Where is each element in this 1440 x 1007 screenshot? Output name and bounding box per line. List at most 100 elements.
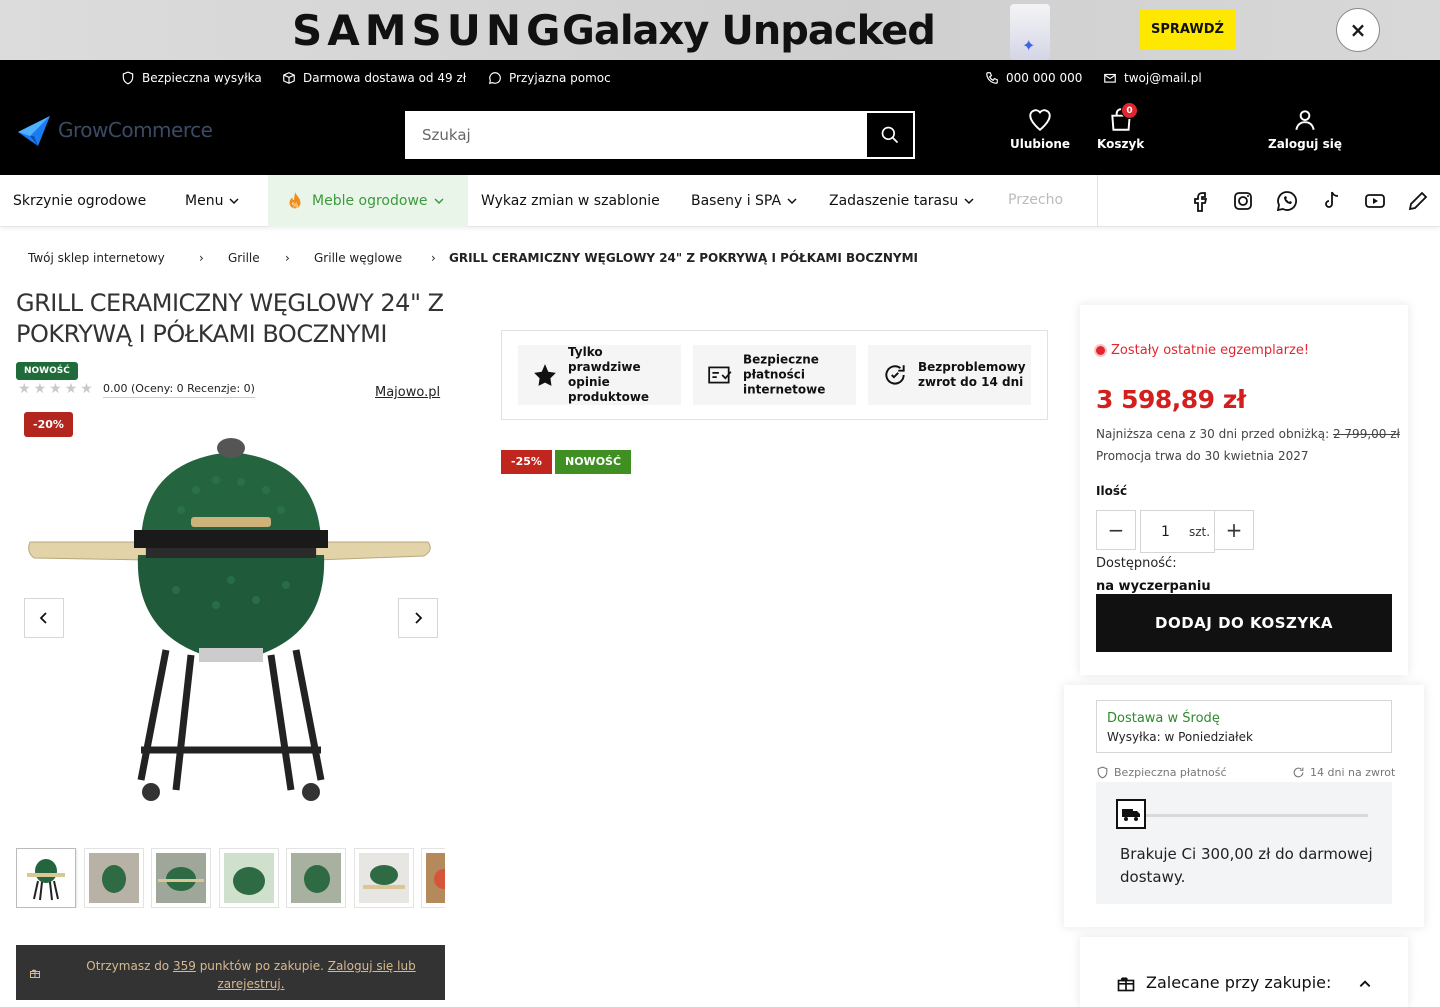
quantity-decrease-button[interactable]: −	[1096, 510, 1136, 550]
thumbnail[interactable]	[151, 848, 211, 908]
secure-payment-label: Bezpieczna płatność	[1114, 766, 1227, 779]
chevron-down-icon	[229, 198, 239, 205]
youtube-icon[interactable]	[1363, 189, 1387, 213]
quantity-unit: szt.	[1189, 525, 1211, 539]
nav-item-changelog[interactable]: Wykaz zmian w szablonie	[481, 175, 660, 227]
rating-stars[interactable]: ★ ★ ★ ★ ★	[18, 381, 93, 397]
breadcrumb-grille-weglowe[interactable]: Grille węglowe	[314, 251, 402, 265]
new-badge: NOWOŚĆ	[555, 450, 632, 474]
chat-icon	[489, 72, 501, 84]
nav-label: Meble ogrodowe	[312, 193, 428, 209]
secure-payment-info: Bezpieczna płatność	[1096, 766, 1227, 779]
availability-value: na wyczerpaniu	[1096, 579, 1211, 594]
ad-cta-button[interactable]: SPRAWDŹ	[1140, 9, 1235, 50]
secure-payment-icon	[708, 366, 732, 384]
svg-text:%: %	[292, 200, 299, 209]
phone-number: 000 000 000	[1006, 71, 1083, 85]
nav-item-truncated[interactable]: Przecho	[1008, 175, 1098, 227]
rating-summary[interactable]: 0.00 (Oceny: 0 Recenzje: 0)	[103, 382, 255, 398]
wishlist-label: Ulubione	[1010, 137, 1071, 151]
thumbnail[interactable]	[16, 848, 76, 908]
chevron-right-icon	[415, 612, 423, 624]
thumbnail[interactable]	[421, 848, 445, 908]
thumbnail-strip	[16, 848, 445, 908]
free-shipping-progress: Brakuje Ci 300,00 zł do darmowej dostawy…	[1096, 782, 1392, 904]
star-icon: ★	[33, 381, 47, 397]
phone-link[interactable]: 000 000 000	[985, 71, 1082, 85]
star-icon: ★	[64, 381, 78, 397]
product-price: 3 598,89 zł	[1096, 385, 1246, 414]
perk-reviews: Tylko prawdziwe opinie produktowe	[518, 345, 681, 405]
chevron-down-icon	[964, 198, 974, 205]
search-bar	[405, 111, 915, 159]
site-logo[interactable]: GrowCommerce	[16, 112, 213, 148]
heart-icon	[1029, 109, 1051, 131]
grill-thumbnail-image	[291, 853, 341, 903]
email-link[interactable]: twoj@mail.pl	[1103, 71, 1202, 85]
facebook-icon[interactable]	[1188, 189, 1212, 213]
instagram-icon[interactable]	[1231, 189, 1255, 213]
grill-thumbnail-image	[156, 853, 206, 903]
thumbnail[interactable]	[84, 848, 144, 908]
nav-label: Przecho	[1008, 192, 1064, 208]
chevron-right-icon: ›	[431, 251, 436, 265]
perk-payments: Bezpieczne płatności internetowe	[693, 345, 856, 405]
cart-label: Koszyk	[1097, 137, 1145, 151]
site-header: Bezpieczna wysyłka Darmowa dostawa od 49…	[0, 60, 1440, 175]
nav-item-skrzynie[interactable]: Skrzynie ogrodowe	[13, 175, 146, 227]
discount-badge: -20%	[24, 412, 73, 437]
shield-icon	[1097, 766, 1108, 779]
thumbnail[interactable]	[354, 848, 414, 908]
search-icon	[881, 126, 899, 144]
grill-thumbnail-image	[89, 853, 139, 903]
perk-returns: Bezproblemowy zwrot do 14 dni	[868, 345, 1031, 405]
ad-banner[interactable]: SAMSUNG Galaxy Unpacked ✦ SPRAWDŹ ×	[0, 0, 1440, 60]
info-label: Darmowa dostawa od 49 zł	[303, 71, 467, 85]
quantity-increase-button[interactable]: +	[1214, 510, 1254, 550]
nav-item-meble[interactable]: % Meble ogrodowe	[268, 175, 468, 227]
nav-item-zadaszenie[interactable]: Zadaszenie tarasu	[829, 175, 974, 227]
thumbnail[interactable]	[219, 848, 279, 908]
login-button[interactable]: Zaloguj się	[1268, 107, 1342, 151]
nav-item-baseny[interactable]: Baseny i SPA	[691, 175, 797, 227]
product-main-image[interactable]	[16, 430, 446, 810]
product-title: GRILL CERAMICZNY WĘGLOWY 24" Z POKRYWĄ I…	[16, 289, 444, 348]
fire-discount-icon: %	[289, 191, 301, 209]
ad-phone-image: ✦	[1010, 4, 1050, 60]
mail-icon	[1104, 73, 1116, 83]
perk-label: Tylko prawdziwe opinie produktowe	[568, 345, 650, 404]
breadcrumb-home[interactable]: Twój sklep internetowy	[28, 251, 165, 265]
refresh-icon	[1293, 767, 1304, 778]
nav-label: Wykaz zmian w szablonie	[481, 193, 660, 209]
grill-thumbnail-image	[224, 853, 274, 903]
thumbnail[interactable]	[286, 848, 346, 908]
ad-close-button[interactable]: ×	[1336, 8, 1380, 52]
wishlist-button[interactable]: Ulubione	[1010, 107, 1070, 151]
cart-count-badge: 0	[1121, 102, 1138, 119]
add-to-cart-button[interactable]: DODAJ DO KOSZYKA	[1096, 594, 1392, 652]
chevron-right-icon: ›	[199, 251, 204, 265]
whatsapp-icon[interactable]	[1275, 189, 1299, 213]
loyalty-points-banner: Otrzymasz do 359 punktów po zakupie. Zal…	[16, 945, 445, 1000]
recommended-title: Zalecane przy zakupie:	[1146, 973, 1332, 992]
chevron-down-icon	[787, 198, 797, 205]
buy-box: Zostały ostatnie egzemplarze! 3 598,89 z…	[1080, 305, 1408, 675]
breadcrumb-grille[interactable]: Grille	[228, 251, 260, 265]
grill-thumbnail-image	[27, 859, 65, 901]
tiktok-icon[interactable]	[1319, 189, 1343, 213]
cart-button[interactable]: 0 Koszyk	[1097, 102, 1145, 151]
phone-icon	[986, 72, 998, 84]
pencil-icon[interactable]	[1406, 189, 1430, 213]
recommended-accordion[interactable]: Zalecane przy zakupie:	[1080, 937, 1408, 1007]
vendor-link[interactable]: Majowo.pl	[375, 385, 440, 400]
gallery-prev-button[interactable]	[24, 598, 64, 638]
search-button[interactable]	[866, 112, 914, 158]
search-input[interactable]	[406, 112, 866, 158]
lowest-price-info: Najniższa cena z 30 dni przed obniżką: 2…	[1096, 427, 1400, 441]
returns-info: 14 dni na zwrot	[1292, 766, 1395, 779]
gallery-next-button[interactable]	[398, 598, 438, 638]
nav-item-menu[interactable]: Menu	[185, 175, 239, 227]
quantity-input[interactable]: 1 szt.	[1140, 510, 1215, 553]
rating-value: 0.00	[103, 382, 128, 395]
perk-label: Bezpieczne płatności internetowe	[743, 352, 826, 397]
